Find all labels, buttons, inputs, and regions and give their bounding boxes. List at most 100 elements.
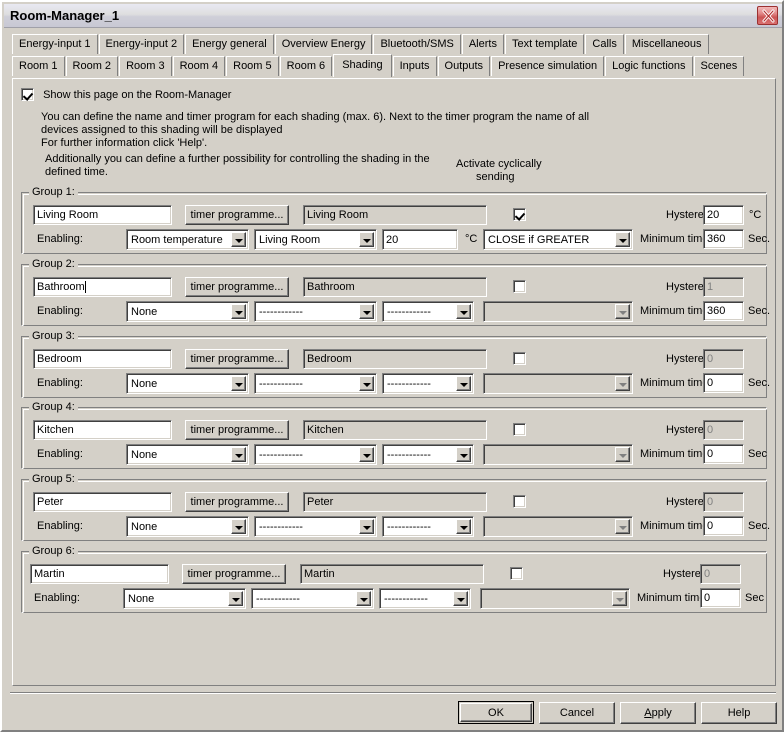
group-4-threshold-select[interactable]: ------------ xyxy=(382,444,474,465)
chevron-down-icon[interactable] xyxy=(231,447,246,462)
group-6-source-select[interactable]: None xyxy=(123,588,246,609)
group-1-source-select[interactable]: Room temperature xyxy=(126,229,249,250)
tab-text-template[interactable]: Text template xyxy=(504,34,585,54)
group-1-hysteresis-input[interactable]: 20 xyxy=(703,205,744,225)
group-4-minimum-time-input[interactable]: 0 xyxy=(703,444,744,464)
group-4-name-input[interactable]: Kitchen xyxy=(33,420,172,440)
group-3-threshold-select[interactable]: ------------ xyxy=(382,373,474,394)
ok-button[interactable]: OK xyxy=(458,701,534,724)
tab-miscellaneous[interactable]: Miscellaneous xyxy=(624,34,709,54)
help-button[interactable]: Help xyxy=(701,702,777,724)
chevron-down-icon[interactable] xyxy=(231,232,246,247)
group-2-minimum-time-input[interactable]: 360 xyxy=(703,301,744,321)
tab-energy-input-1[interactable]: Energy-input 1 xyxy=(12,34,98,54)
chevron-down-icon[interactable] xyxy=(359,447,374,462)
tab-room-2[interactable]: Room 2 xyxy=(65,56,119,76)
group-4-timer-programme-button[interactable]: timer programme... xyxy=(185,420,289,440)
tab-room-4[interactable]: Room 4 xyxy=(172,56,226,76)
group-2-cyclic-sending-checkbox[interactable] xyxy=(513,280,526,293)
chevron-down-icon[interactable] xyxy=(231,304,246,319)
chevron-down-icon[interactable] xyxy=(231,376,246,391)
group-5-target-select[interactable]: ------------ xyxy=(254,516,377,537)
group-1-condition-select[interactable]: CLOSE if GREATER xyxy=(483,229,633,250)
group-6-condition-select[interactable] xyxy=(480,588,630,609)
group-5-cyclic-sending-checkbox[interactable] xyxy=(513,495,526,508)
group-4-source-select[interactable]: None xyxy=(126,444,249,465)
group-4-cyclic-sending-checkbox[interactable] xyxy=(513,423,526,436)
group-2-condition-select[interactable] xyxy=(483,301,633,322)
tab-room-6[interactable]: Room 6 xyxy=(279,56,333,76)
group-3-timer-programme-button[interactable]: timer programme... xyxy=(185,349,289,369)
chevron-down-icon[interactable] xyxy=(612,591,627,606)
tab-alerts[interactable]: Alerts xyxy=(461,34,504,54)
chevron-down-icon[interactable] xyxy=(359,304,374,319)
chevron-down-icon[interactable] xyxy=(615,376,630,391)
chevron-down-icon[interactable] xyxy=(456,304,471,319)
group-6-timer-programme-button[interactable]: timer programme... xyxy=(182,564,286,584)
chevron-down-icon[interactable] xyxy=(453,591,468,606)
group-3-name-input[interactable]: Bedroom xyxy=(33,349,172,369)
chevron-down-icon[interactable] xyxy=(615,519,630,534)
tab-bluetooth-sms[interactable]: Bluetooth/SMS xyxy=(373,34,461,54)
group-3-condition-select[interactable] xyxy=(483,373,633,394)
group-1-cyclic-sending-checkbox[interactable] xyxy=(513,208,526,221)
tab-outputs[interactable]: Outputs xyxy=(437,56,491,76)
group-5-source-select[interactable]: None xyxy=(126,516,249,537)
group-3-minimum-time-input[interactable]: 0 xyxy=(703,373,744,393)
group-6-cyclic-sending-checkbox[interactable] xyxy=(510,567,523,580)
chevron-down-icon[interactable] xyxy=(359,519,374,534)
group-5-threshold-select[interactable]: ------------ xyxy=(382,516,474,537)
chevron-down-icon[interactable] xyxy=(615,304,630,319)
chevron-down-icon[interactable] xyxy=(456,447,471,462)
group-6-name-input[interactable]: Martin xyxy=(30,564,169,584)
group-1-timer-programme-button[interactable]: timer programme... xyxy=(185,205,289,225)
tab-energy-input-2[interactable]: Energy-input 2 xyxy=(98,34,185,54)
tab-logic-functions[interactable]: Logic functions xyxy=(605,56,693,76)
group-1-name-input[interactable]: Living Room xyxy=(33,205,172,225)
group-2-threshold-select[interactable]: ------------ xyxy=(382,301,474,322)
group-3-source-select[interactable]: None xyxy=(126,373,249,394)
tab-shading[interactable]: Shading xyxy=(333,54,392,77)
chevron-down-icon[interactable] xyxy=(615,232,630,247)
group-5-timer-programme-button[interactable]: timer programme... xyxy=(185,492,289,512)
chevron-down-icon[interactable] xyxy=(359,376,374,391)
tab-room-3[interactable]: Room 3 xyxy=(119,56,172,76)
tab-inputs[interactable]: Inputs xyxy=(392,56,437,76)
group-5-minimum-time-input[interactable]: 0 xyxy=(703,516,744,536)
group-6-target-select[interactable]: ------------ xyxy=(251,588,374,609)
tab-calls[interactable]: Calls xyxy=(585,34,624,54)
group-6-minimum-time-input[interactable]: 0 xyxy=(700,588,741,608)
group-1-target-value: Living Room xyxy=(259,233,321,246)
cancel-button[interactable]: Cancel xyxy=(539,702,615,724)
group-2-name-input[interactable]: Bathroom xyxy=(33,277,172,297)
group-4-condition-select[interactable] xyxy=(483,444,633,465)
chevron-down-icon[interactable] xyxy=(456,376,471,391)
group-2-timer-programme-button[interactable]: timer programme... xyxy=(185,277,289,297)
group-2-target-select[interactable]: ------------ xyxy=(254,301,377,322)
tab-overview-energy[interactable]: Overview Energy xyxy=(274,34,373,54)
tab-scenes[interactable]: Scenes xyxy=(693,56,745,76)
group-6-threshold-select[interactable]: ------------ xyxy=(379,588,471,609)
group-3-target-select[interactable]: ------------ xyxy=(254,373,377,394)
tab-room-5[interactable]: Room 5 xyxy=(226,56,279,76)
group-1-minimum-time-input[interactable]: 360 xyxy=(703,229,744,249)
chevron-down-icon[interactable] xyxy=(231,519,246,534)
apply-button[interactable]: Apply xyxy=(620,702,696,724)
chevron-down-icon[interactable] xyxy=(359,232,374,247)
group-1-target-select[interactable]: Living Room xyxy=(254,229,377,250)
close-icon[interactable] xyxy=(757,6,778,25)
group-3-cyclic-sending-checkbox[interactable] xyxy=(513,352,526,365)
tab-presence-simulation[interactable]: Presence simulation xyxy=(491,56,605,76)
group-5-name-input[interactable]: Peter xyxy=(33,492,172,512)
group-4-target-select[interactable]: ------------ xyxy=(254,444,377,465)
chevron-down-icon[interactable] xyxy=(615,447,630,462)
tab-energy-general[interactable]: Energy general xyxy=(185,34,274,54)
group-2-source-select[interactable]: None xyxy=(126,301,249,322)
chevron-down-icon[interactable] xyxy=(456,519,471,534)
group-5-condition-select[interactable] xyxy=(483,516,633,537)
show-page-checkbox[interactable] xyxy=(21,88,34,101)
chevron-down-icon[interactable] xyxy=(228,591,243,606)
tab-room-1[interactable]: Room 1 xyxy=(12,56,65,76)
group-1-threshold-input[interactable]: 20 xyxy=(382,229,458,250)
chevron-down-icon[interactable] xyxy=(356,591,371,606)
